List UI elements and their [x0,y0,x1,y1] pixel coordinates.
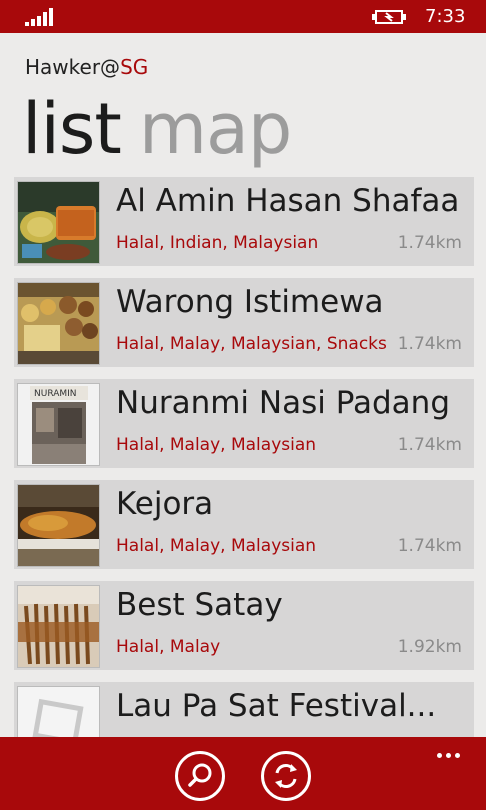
status-bar: 7:33 [0,0,486,33]
item-tags: Halal, Malay, Malaysian, Snacks [116,334,387,354]
item-distance: 1.74km [397,435,462,455]
list-item[interactable]: Best Satay Halal, Malay 1.92km [14,581,474,670]
battery-charging-icon [372,9,406,25]
list-item[interactable]: Warong Istimewa Halal, Malay, Malaysian,… [14,278,474,367]
pivot-tab-list[interactable]: list [22,88,122,170]
item-distance: 1.74km [397,536,462,556]
item-name: Lau Pa Sat Festival... [116,688,437,724]
list-item[interactable]: NURAMIN Nuranmi Nasi Padang Halal, Malay… [14,379,474,468]
list-item[interactable]: Lau Pa Sat Festival... [14,682,474,737]
refresh-icon [275,764,297,788]
app-title: Hawker@SG [25,55,148,79]
hawker-list[interactable]: Al Amin Hasan Shafaa Halal, Indian, Mala… [14,177,474,737]
placeholder-thumbnail [17,686,100,737]
item-distance: 1.92km [397,637,462,657]
item-distance: 1.74km [397,233,462,253]
clock: 7:33 [425,6,466,27]
item-tags: Halal, Malay [116,637,221,657]
item-name: Best Satay [116,587,283,623]
storefront-sign-text: NURAMIN [34,389,77,399]
item-name: Kejora [116,486,214,522]
app-title-prefix: Hawker@ [25,55,121,79]
food-thumbnail [17,585,100,668]
search-icon [188,763,212,787]
search-button[interactable] [175,751,225,801]
item-name: Warong Istimewa [116,284,384,320]
food-thumbnail [17,181,100,264]
item-distance: 1.74km [397,334,462,354]
app-bar [0,737,486,810]
food-thumbnail [17,282,100,365]
refresh-button[interactable] [261,751,311,801]
list-item[interactable]: Al Amin Hasan Shafaa Halal, Indian, Mala… [14,177,474,266]
item-tags: Halal, Indian, Malaysian [116,233,319,253]
storefront-thumbnail: NURAMIN [17,383,100,466]
item-tags: Halal, Malay, Malaysian [116,435,317,455]
more-icon[interactable] [433,743,460,762]
item-tags: Halal, Malay, Malaysian [116,536,317,556]
pivot-tab-map[interactable]: map [139,88,293,170]
item-name: Nuranmi Nasi Padang [116,385,450,421]
list-item[interactable]: Kejora Halal, Malay, Malaysian 1.74km [14,480,474,569]
item-name: Al Amin Hasan Shafaa [116,183,460,219]
app-title-accent: SG [120,55,149,79]
signal-strength-icon [25,8,55,26]
food-thumbnail [17,484,100,567]
pivot-header: list map [22,84,293,174]
